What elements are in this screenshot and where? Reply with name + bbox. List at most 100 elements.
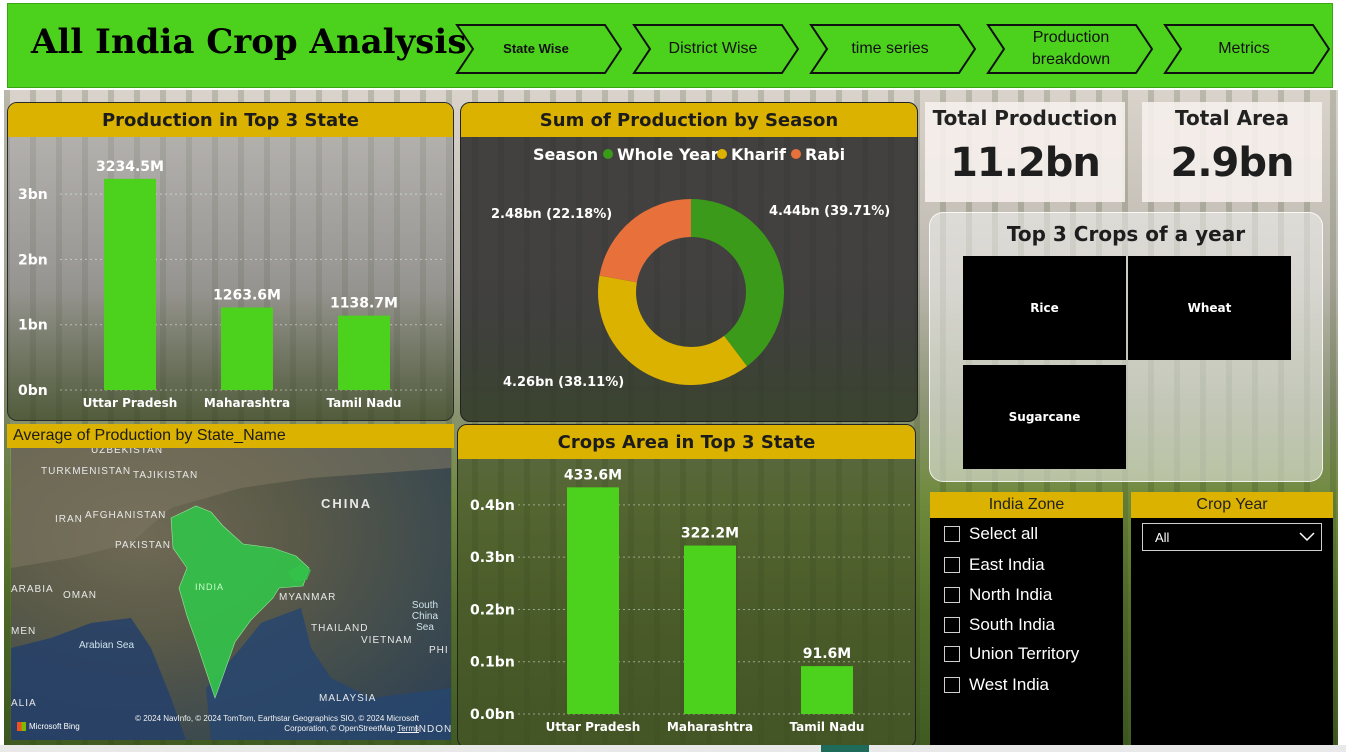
checkbox[interactable] — [944, 587, 960, 603]
map-label: PHI — [429, 645, 449, 656]
map-label: South China Sea — [411, 600, 439, 633]
bar — [567, 487, 619, 714]
india-zone-slicer: India Zone Select all East India North I… — [930, 492, 1123, 748]
y-tick-label: 0.3bn — [470, 550, 515, 566]
page-title: All India Crop Analysis — [31, 22, 467, 62]
nav-metrics-button[interactable]: Metrics — [1163, 23, 1331, 75]
x-tick-label: Uttar Pradesh — [546, 720, 641, 734]
bar — [684, 545, 736, 714]
year-slicer-title: Crop Year — [1131, 492, 1333, 518]
donut-slice — [599, 199, 691, 283]
data-label: 4.26bn (38.11%) — [503, 375, 624, 390]
map-label: AFGHANISTAN — [85, 510, 167, 521]
map-label: INDONES — [415, 724, 451, 735]
y-tick-label: 0.4bn — [470, 498, 515, 514]
x-tick-label: Uttar Pradesh — [83, 396, 178, 410]
y-tick-label: 0bn — [18, 383, 48, 399]
nav-state-wise-button[interactable]: State Wise — [455, 23, 623, 75]
production-map[interactable]: UZBEKISTAN TURKMENISTAN TAJIKISTAN CHINA… — [11, 448, 451, 740]
bing-logo: Microsoft Bing — [17, 722, 80, 731]
y-tick-label: 1bn — [18, 318, 48, 334]
zone-option-south-india[interactable]: South India — [944, 615, 1055, 635]
map-label: ARABIA — [11, 584, 54, 595]
checkbox[interactable] — [944, 526, 960, 542]
map-label: TURKMENISTAN — [41, 466, 132, 477]
season-donut-chart: 4.44bn (39.71%) 4.26bn (38.11%) 2.48bn (22… — [491, 145, 890, 390]
zone-option-west-india[interactable]: West India — [944, 675, 1049, 695]
checkbox[interactable] — [944, 646, 960, 662]
legend-item: Whole Year — [617, 145, 719, 164]
data-label: 433.6M — [564, 467, 622, 483]
map-label: PAKISTAN — [115, 540, 171, 551]
checkbox[interactable] — [944, 557, 960, 573]
x-tick-label: Tamil Nadu — [327, 396, 402, 410]
nav-district-wise-button[interactable]: District Wise — [632, 23, 800, 75]
data-label: 322.2M — [681, 526, 739, 542]
data-label: 1263.6M — [213, 287, 281, 303]
nav-time-series-button[interactable]: time series — [809, 23, 977, 75]
bar — [104, 178, 156, 390]
page-tab-strip — [0, 745, 1346, 752]
crop-tile-wheat[interactable]: Wheat — [1128, 256, 1291, 360]
x-tick-label: Maharashtra — [204, 396, 290, 410]
x-tick-label: Maharashtra — [667, 720, 753, 734]
bar — [801, 666, 853, 714]
map-label: VIETNAM — [361, 635, 413, 646]
x-tick-label: Tamil Nadu — [790, 720, 865, 734]
data-label: 4.44bn (39.71%) — [769, 204, 890, 219]
y-tick-label: 0.1bn — [470, 655, 515, 671]
microsoft-logo-icon — [17, 722, 26, 731]
legend-marker — [791, 149, 801, 159]
donut-slice — [598, 275, 748, 385]
data-label: 91.6M — [803, 646, 851, 662]
data-label: 2.48bn (22.18%) — [491, 207, 612, 222]
bar — [221, 307, 273, 390]
checkbox[interactable] — [944, 617, 960, 633]
area-top3-panel: Crops Area in Top 3 State 0.0bn 0.1bn 0.2b… — [457, 424, 916, 748]
legend-marker — [717, 149, 727, 159]
legend-marker — [603, 149, 613, 159]
bar — [338, 315, 390, 390]
active-page-tab[interactable] — [821, 745, 869, 752]
map-label: IRAN — [55, 514, 83, 525]
crop-year-dropdown[interactable]: All — [1142, 523, 1322, 551]
map-title: Average of Production by State_Name — [7, 424, 454, 448]
y-tick-label: 0.0bn — [470, 707, 515, 723]
map-label: MEN — [11, 626, 37, 637]
season-production-panel: Sum of Production by Season 4.44bn (39.7… — [460, 102, 918, 422]
legend-title: Season — [533, 145, 598, 164]
map-label: TAJIKISTAN — [133, 470, 199, 481]
crop-tile-rice[interactable]: Rice — [963, 256, 1126, 360]
kpi-total-production: Total Production 11.2bn — [925, 102, 1125, 202]
checkbox[interactable] — [944, 677, 960, 693]
zone-option-east-india[interactable]: East India — [944, 555, 1045, 575]
map-terms-link[interactable]: Terms — [397, 724, 419, 733]
y-tick-label: 2bn — [18, 252, 48, 268]
y-tick-label: 3bn — [18, 187, 48, 203]
map-label: UZBEKISTAN — [91, 448, 164, 456]
map-label: MYANMAR — [279, 592, 337, 603]
top-crops-card: Top 3 Crops of a year Rice Wheat Sugarca… — [929, 212, 1323, 482]
map-label: THAILAND — [311, 623, 369, 634]
map-label: MALAYSIA — [319, 693, 377, 704]
nav-production-breakdown-button[interactable]: Production breakdown — [986, 23, 1154, 75]
y-tick-label: 0.2bn — [470, 602, 515, 618]
zone-option-select-all[interactable]: Select all — [944, 524, 1038, 544]
production-bar-chart: 0bn 1bn 2bn 3bn 3234.5M Uttar Pradesh 1263.6M M… — [18, 159, 443, 410]
header-bar: All India Crop Analysis State Wise Distr… — [7, 3, 1333, 88]
zone-option-union-territory[interactable]: Union Territory — [944, 644, 1079, 664]
map-label: ALIA — [11, 698, 37, 709]
top-crops-title: Top 3 Crops of a year — [1006, 222, 1246, 246]
map-label: INDIA — [195, 582, 225, 592]
crop-tile-sugarcane[interactable]: Sugarcane — [963, 365, 1126, 469]
chevron-down-icon — [1299, 532, 1315, 542]
data-label: 3234.5M — [96, 159, 164, 175]
zone-slicer-title: India Zone — [930, 492, 1123, 518]
legend-item: Kharif — [731, 145, 787, 164]
map-label: CHINA — [321, 496, 373, 511]
zone-option-north-india[interactable]: North India — [944, 585, 1052, 605]
production-top3-panel: Production in Top 3 State 0bn 1bn 2bn 3bn 32… — [7, 102, 454, 421]
map-label: Arabian Sea — [79, 640, 135, 651]
data-label: 1138.7M — [330, 296, 398, 312]
legend-item: Rabi — [805, 145, 845, 164]
